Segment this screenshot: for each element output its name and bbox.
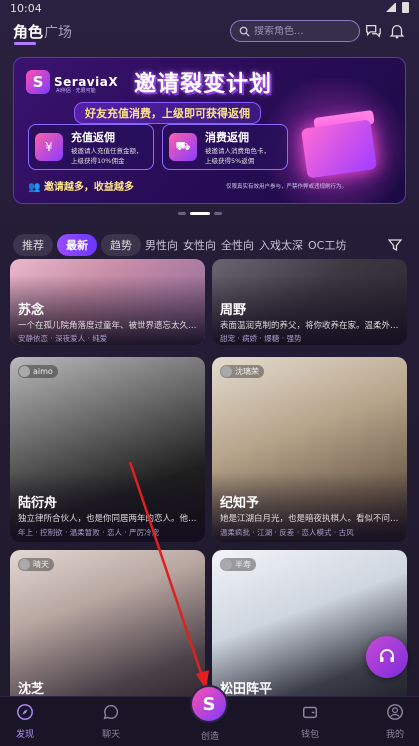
nav-label: 我的 [385,730,404,740]
bell-icon[interactable] [388,22,406,40]
card-desc: 独立律所合伙人，也是你同居两年的恋人。他… [18,514,197,524]
card-line: 上级获得10%佣金 [71,157,125,165]
nav-chat[interactable]: 聊天 [86,703,136,740]
search-box[interactable] [230,20,360,42]
card-name: 纪知予 [220,496,260,511]
top-nav: 角色 广场 [0,18,419,45]
card-name: 周野 [220,303,247,318]
card-desc: 表面温润克制的养父，将你收养在家。温柔外… [220,321,399,331]
chat-bubbles-icon[interactable] [364,22,382,40]
character-grid: 苏念 一个在孤儿院角落度过童年、被世界遗忘太久… 安静依恋 · 深夜爱人 · 纯… [0,259,419,696]
author-name: 晴天 [33,560,49,569]
search-input[interactable] [254,25,354,37]
card-desc: 她是江湖白月光，也是暗夜执棋人。看似不问… [220,514,399,524]
card-tags: 安静依恋 · 深夜爱人 · 纯爱 [18,334,108,343]
bottom-nav: 发现 聊天 S 创造 钱包 我的 [0,685,419,746]
status-icons [386,2,409,13]
chip-latest[interactable]: 最新 [57,234,97,256]
banner-note: 仅限真实有效用户参与，严禁作弊或违规刷行为。 [226,184,348,190]
funnel-icon[interactable] [388,238,402,252]
banner-pagination [178,212,222,215]
card-name: 松田阵平 [220,682,273,696]
character-card[interactable]: aimo 陆衍舟 独立律所合伙人，也是你同居两年的恋人。他… 年上 · 控制欲 … [10,357,205,542]
tab-active-indicator [14,42,36,45]
page-dot-active [190,212,210,215]
create-logo-icon: S [202,693,216,715]
filter-male[interactable]: 男性向 [145,237,178,253]
tab-plaza[interactable]: 广场 [44,22,72,42]
support-fab[interactable] [366,636,408,678]
chip-trending[interactable]: 趋势 [101,234,141,256]
nav-discover[interactable]: 发现 [0,703,50,740]
card-line: 被邀请人消费角色卡， [205,147,270,155]
card-image [10,550,205,696]
nav-label: 发现 [15,730,34,740]
card-name: 苏念 [18,303,45,318]
tab-role[interactable]: 角色 [13,21,43,42]
author-name: 沈璃荣 [235,367,259,376]
chat-bubble-icon [103,704,119,720]
nav-label: 聊天 [101,730,120,740]
banner-subtitle: 好友充值消费，上级即可获得返佣 [74,102,261,124]
page-dot [178,212,186,215]
card-author: 沈璃荣 [220,365,264,378]
card-tags: 年上 · 控制欲 · 温柔暂败 · 恋人 · 严厉冷宠 [18,528,160,537]
brand-logo: S SeraviaX AI伴侣 · 无限可能 [26,70,118,94]
card-name: 沈芝 [18,682,45,696]
chip-recommend[interactable]: 推荐 [13,234,53,256]
consume-rebate-card: ⛟ 消费返佣 被邀请人消费角色卡， 上级获得5%返佣 [162,124,288,170]
cart-icon: ⛟ [169,133,197,161]
author-name: aimo [33,367,53,376]
card-tags: 温柔疯批 · 江湖 · 反差 · 恋人模式 · 古风 [220,528,354,537]
avatar [19,366,30,377]
nav-me[interactable]: 我的 [370,703,419,740]
card-author: 晴天 [18,558,54,571]
card-line: 被邀请人充值任意金额， [71,147,143,155]
filter-oc[interactable]: OC工坊 [308,237,346,253]
banner-title: 邀请裂变计划 [134,72,273,97]
filter-all[interactable]: 全性向 [221,237,254,253]
filter-immersive[interactable]: 入戏太深 [259,237,303,253]
search-icon [239,26,250,37]
battery-icon [402,2,409,13]
card-author: aimo [18,365,58,378]
gift-box-icon [300,119,378,179]
card-title: 充值返佣 [71,131,115,144]
nav-create-label: 创造 [200,732,219,742]
card-name: 陆衍舟 [18,496,58,511]
author-name: 半寿 [235,560,251,569]
brand-mark-icon: S [26,70,50,94]
banner-footer: 👥 邀请越多，收益越多 [28,182,134,193]
avatar [221,559,232,570]
filter-bar: 推荐 最新 趋势 男性向 女性向 全性向 入戏太深 OC工坊 [13,234,406,256]
status-bar: 10:04 [0,0,419,18]
card-author: 半寿 [220,558,256,571]
nav-wallet[interactable]: 钱包 [285,703,335,740]
recharge-rebate-card: ¥ 充值返佣 被邀请人充值任意金额， 上级获得10%佣金 [28,124,154,170]
character-card[interactable]: 苏念 一个在孤儿院角落度过童年、被世界遗忘太久… 安静依恋 · 深夜爱人 · 纯… [10,259,205,345]
card-desc: 一个在孤儿院角落度过童年、被世界遗忘太久… [18,321,197,331]
page-dot [214,212,222,215]
headset-icon [380,649,394,662]
wallet-icon [302,706,318,719]
user-icon [387,704,403,720]
banner-footer-text: 邀请越多，收益越多 [43,182,134,193]
card-tags: 甜宠 · 病娇 · 爆糖 · 强势 [220,334,302,343]
nav-label: 钱包 [300,730,319,740]
promo-banner[interactable]: S SeraviaX AI伴侣 · 无限可能 邀请裂变计划 好友充值消费，上级即… [13,57,406,204]
avatar [221,366,232,377]
card-line: 上级获得5%返佣 [205,157,255,165]
status-time: 10:04 [10,2,42,15]
character-card[interactable]: 周野 表面温润克制的养父，将你收养在家。温柔外… 甜宠 · 病娇 · 爆糖 · … [212,259,407,345]
wallet-icon: ¥ [35,133,63,161]
filter-female[interactable]: 女性向 [183,237,216,253]
brand-sub: AI伴侣 · 无限可能 [56,88,96,94]
signal-icon [386,3,396,12]
avatar [19,559,30,570]
character-card[interactable]: 晴天 沈芝 [10,550,205,696]
create-button[interactable]: S [190,685,228,723]
card-title: 消费返佣 [205,131,249,144]
character-card[interactable]: 沈璃荣 纪知予 她是江湖白月光，也是暗夜执棋人。看似不问… 温柔疯批 · 江湖 … [212,357,407,542]
compass-icon [17,704,33,720]
